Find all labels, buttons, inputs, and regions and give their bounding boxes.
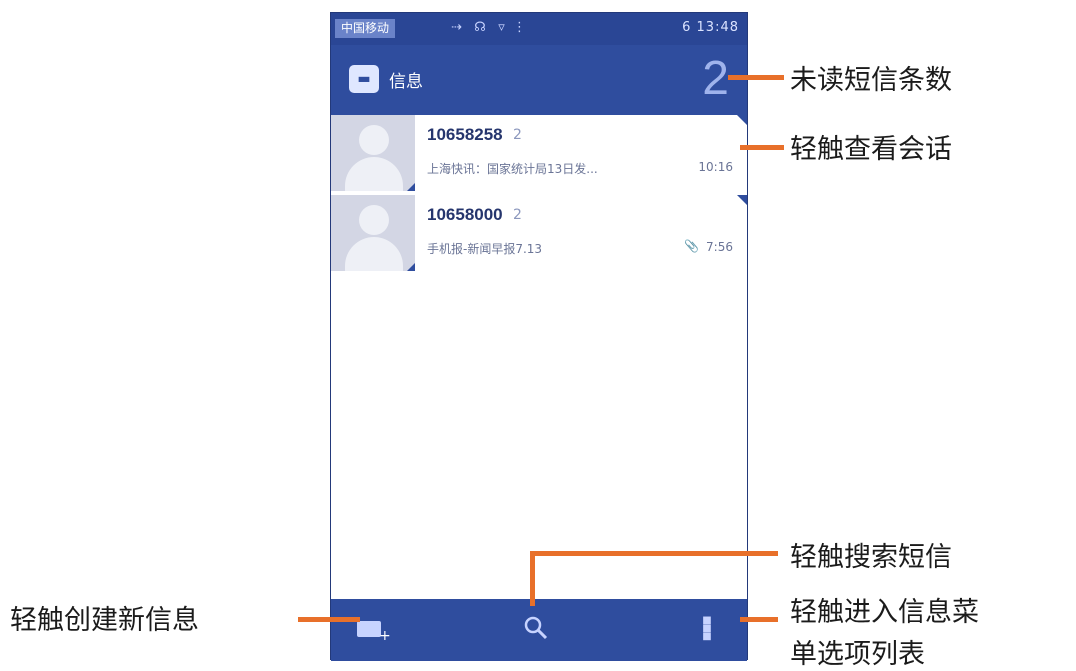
callout-line-menu [740, 617, 778, 622]
callout-line-compose [298, 617, 360, 622]
avatar [331, 115, 415, 191]
avatar [331, 195, 415, 271]
status-right-text: 6 13:48 [682, 20, 739, 35]
callout-unread-label: 未读短信条数 [790, 65, 952, 96]
conversation-snippet: 手机报-新闻早报7.13 [427, 242, 543, 256]
conversation-time: 10:16 [698, 160, 733, 174]
phone-screen: 中国移动 ⇢ ☊ ▿ ⋮ 6 13:48 ▬ 信息 2 10658258 2 上… [330, 12, 748, 661]
conversation-list: 10658258 2 上海快讯：国家统计局13日发... 10:16 10658… [331, 115, 747, 599]
overflow-menu-button[interactable]: ■ ■ ■ [699, 615, 715, 645]
callout-menu-label-1: 轻触进入信息菜 [790, 597, 979, 628]
carrier-label: 中国移动 [335, 19, 396, 38]
overflow-menu-icon: ■ ■ ■ [702, 615, 712, 642]
callout-menu-label-2: 单选项列表 [790, 639, 925, 670]
callout-compose-label: 轻触创建新信息 [10, 605, 199, 636]
search-button[interactable] [521, 613, 551, 645]
conversation-sender: 10658000 [427, 205, 503, 224]
action-bar: ▬ 信息 2 [331, 45, 747, 115]
row-corner-marker [737, 195, 747, 205]
conversation-message-count: 2 [513, 207, 522, 223]
conversation-time: 7:56 [706, 240, 733, 254]
callout-line-unread [728, 75, 784, 80]
bottom-action-bar: + ■ ■ ■ [331, 599, 747, 661]
callout-search-label: 轻触搜索短信 [790, 542, 952, 573]
compose-icon [357, 621, 381, 637]
conversation-row[interactable]: 10658000 2 手机报-新闻早报7.13 📎 7:56 [331, 195, 747, 271]
status-bar: 中国移动 ⇢ ☊ ▿ ⋮ 6 13:48 [331, 13, 747, 45]
attachment-icon: 📎 [684, 239, 699, 253]
plus-icon: + [379, 628, 391, 644]
callout-conversation-label: 轻触查看会话 [790, 134, 952, 165]
status-icons: ⇢ ☊ ▿ ⋮ [451, 20, 527, 35]
messages-app-icon: ▬ [349, 65, 379, 93]
conversation-row[interactable]: 10658258 2 上海快讯：国家统计局13日发... 10:16 [331, 115, 747, 191]
callout-line-search-h [530, 551, 778, 556]
callout-line-conversation [740, 145, 784, 150]
conversation-message-count: 2 [513, 127, 522, 143]
search-icon [524, 616, 548, 640]
unread-count: 2 [702, 52, 729, 105]
callout-line-search-v [530, 551, 535, 606]
conversation-snippet: 上海快讯：国家统计局13日发... [427, 162, 598, 176]
conversation-sender: 10658258 [427, 125, 503, 144]
app-title: 信息 [389, 72, 423, 92]
row-corner-marker [737, 115, 747, 125]
